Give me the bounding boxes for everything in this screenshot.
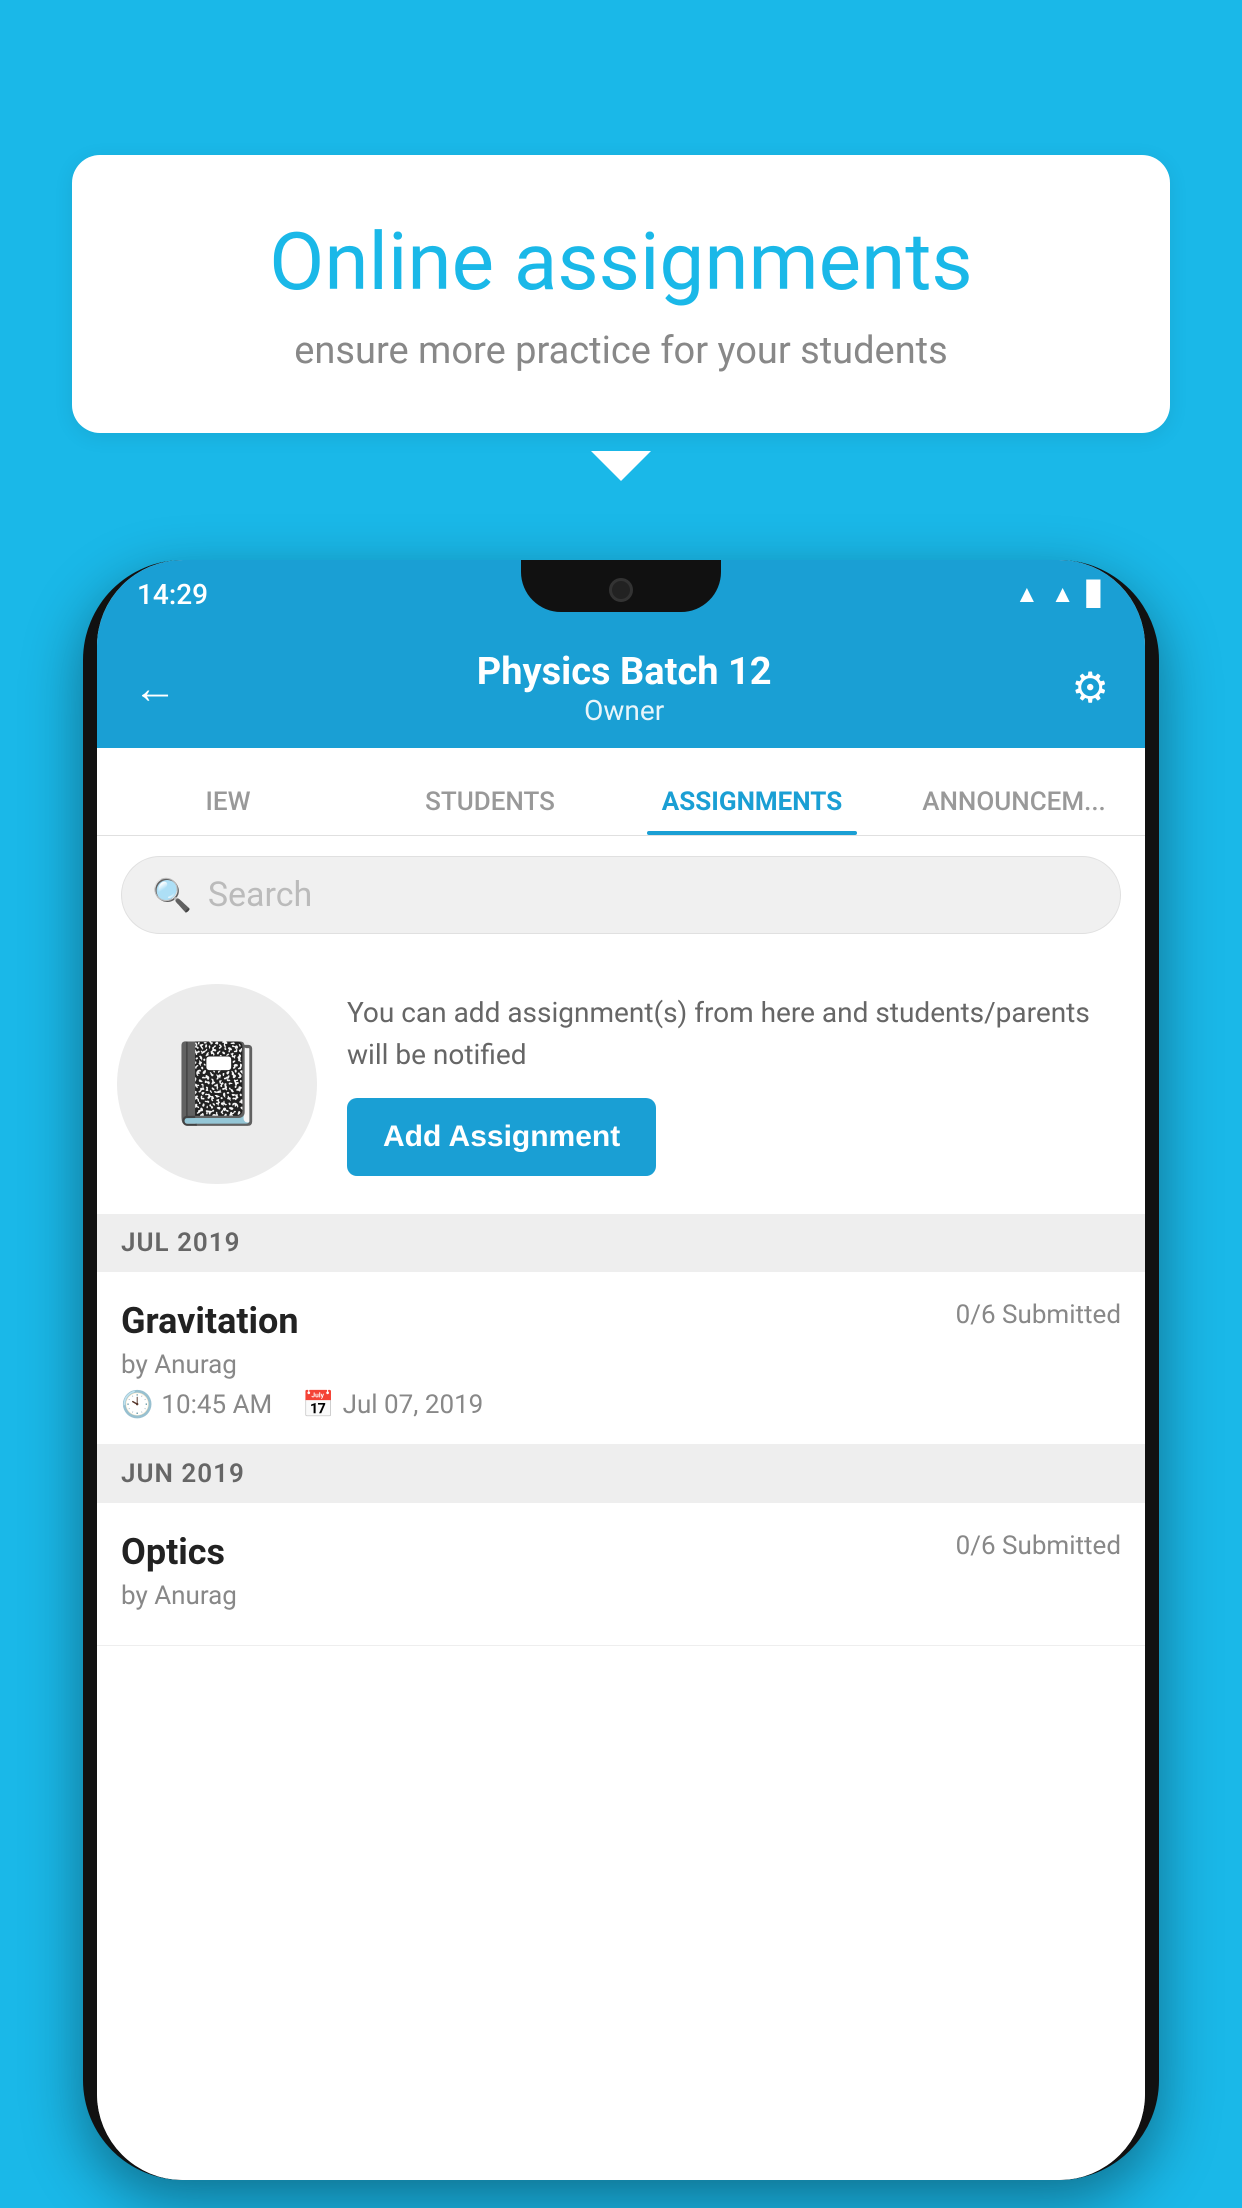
settings-icon[interactable]: ⚙ xyxy=(1071,663,1109,713)
speech-bubble-container: Online assignments ensure more practice … xyxy=(72,155,1170,433)
assignment-row-top-optics: Optics 0/6 Submitted xyxy=(121,1531,1121,1573)
tab-students[interactable]: STUDENTS xyxy=(359,787,621,835)
assignment-details-gravitation: 🕙 10:45 AM 📅 Jul 07, 2019 xyxy=(121,1390,1121,1420)
header-title-block: Physics Batch 12 Owner xyxy=(477,650,772,727)
promo-section: 📓 You can add assignment(s) from here an… xyxy=(97,954,1145,1214)
signal-icon: ▲ xyxy=(1051,580,1075,609)
assignment-time-gravitation: 🕙 10:45 AM xyxy=(121,1390,272,1420)
phone-notch xyxy=(521,560,721,612)
wifi-icon: ▲ xyxy=(1015,580,1039,609)
header-subtitle: Owner xyxy=(477,694,772,727)
promo-icon-circle: 📓 xyxy=(117,984,317,1184)
promo-text: You can add assignment(s) from here and … xyxy=(347,992,1121,1076)
notebook-icon: 📓 xyxy=(167,1037,267,1131)
section-jul-2019: JUL 2019 xyxy=(97,1214,1145,1272)
status-time: 14:29 xyxy=(137,578,208,611)
content-area: 🔍 Search 📓 You can add assignment(s) fro… xyxy=(97,836,1145,2180)
promo-content: You can add assignment(s) from here and … xyxy=(347,992,1121,1176)
assignment-optics[interactable]: Optics 0/6 Submitted by Anurag xyxy=(97,1503,1145,1646)
back-button[interactable]: ← xyxy=(133,662,177,714)
assignment-submitted-optics: 0/6 Submitted xyxy=(956,1531,1121,1561)
status-icons: ▲ ▲ ▊ xyxy=(1015,580,1105,609)
search-bar[interactable]: 🔍 Search xyxy=(121,856,1121,934)
section-jun-2019: JUN 2019 xyxy=(97,1445,1145,1503)
header-title: Physics Batch 12 xyxy=(477,650,772,694)
search-placeholder: Search xyxy=(208,875,312,915)
tabs-bar: IEW STUDENTS ASSIGNMENTS ANNOUNCEM... xyxy=(97,748,1145,836)
search-icon: 🔍 xyxy=(152,876,192,914)
phone-frame: 14:29 ▲ ▲ ▊ ← Physics Batch 12 Owner ⚙ I… xyxy=(83,560,1159,2180)
add-assignment-button[interactable]: Add Assignment xyxy=(347,1098,656,1176)
phone-screen: 14:29 ▲ ▲ ▊ ← Physics Batch 12 Owner ⚙ I… xyxy=(97,560,1145,2180)
tab-iew[interactable]: IEW xyxy=(97,787,359,835)
assignment-gravitation[interactable]: Gravitation 0/6 Submitted by Anurag 🕙 10… xyxy=(97,1272,1145,1445)
assignment-name-gravitation: Gravitation xyxy=(121,1300,299,1342)
assignment-name-optics: Optics xyxy=(121,1531,225,1573)
assignment-by-gravitation: by Anurag xyxy=(121,1350,1121,1380)
calendar-icon: 📅 xyxy=(302,1390,334,1420)
assignment-by-optics: by Anurag xyxy=(121,1581,1121,1611)
assignment-date-gravitation: 📅 Jul 07, 2019 xyxy=(302,1390,483,1420)
clock-icon: 🕙 xyxy=(121,1390,153,1420)
camera xyxy=(609,578,633,602)
assignment-row-top: Gravitation 0/6 Submitted xyxy=(121,1300,1121,1342)
tab-assignments[interactable]: ASSIGNMENTS xyxy=(621,787,883,835)
speech-bubble: Online assignments ensure more practice … xyxy=(72,155,1170,433)
bubble-title: Online assignments xyxy=(142,215,1100,309)
bubble-subtitle: ensure more practice for your students xyxy=(142,329,1100,373)
tab-announcements[interactable]: ANNOUNCEM... xyxy=(883,787,1145,835)
app-header: ← Physics Batch 12 Owner ⚙ xyxy=(97,628,1145,748)
assignment-submitted-gravitation: 0/6 Submitted xyxy=(956,1300,1121,1330)
battery-icon: ▊ xyxy=(1087,580,1105,608)
